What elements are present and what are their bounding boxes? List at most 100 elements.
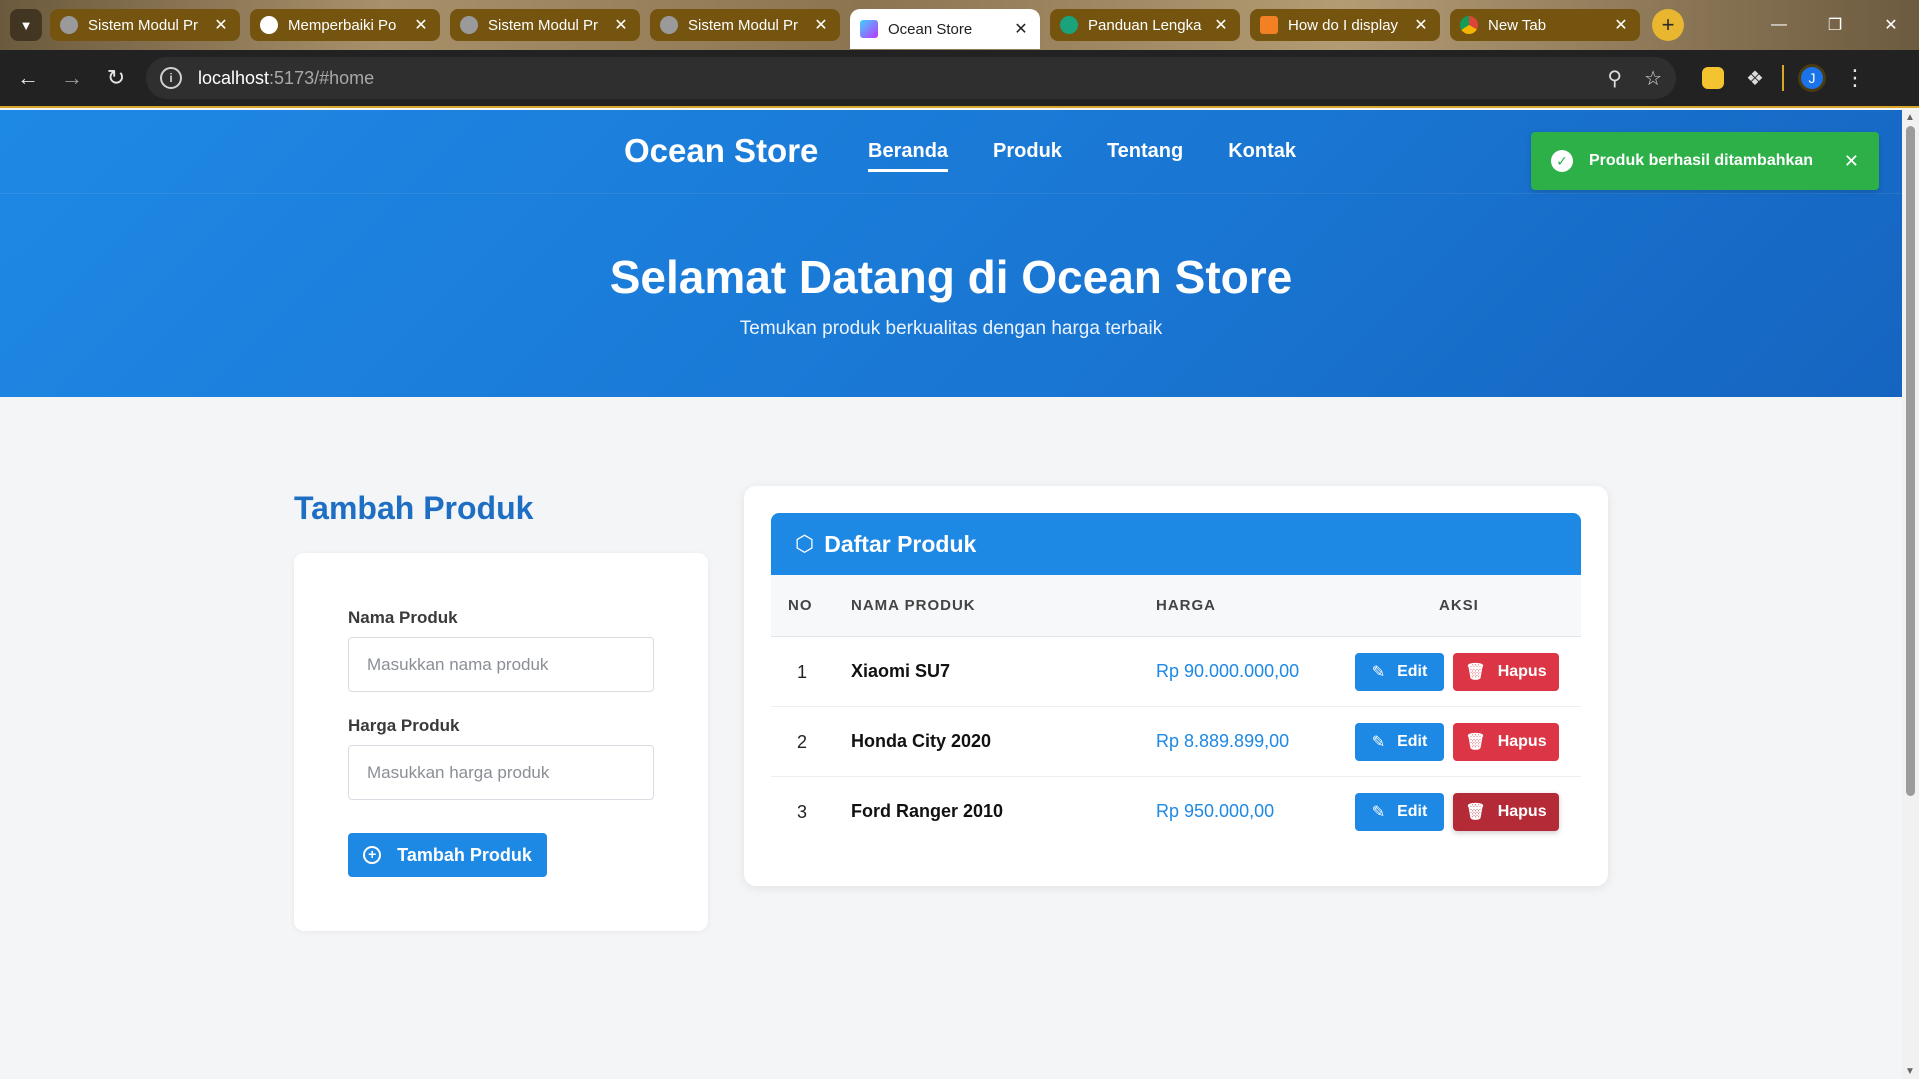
scrollbar-thumb[interactable]: [1906, 126, 1915, 796]
tab-close-icon[interactable]: ✕: [1212, 15, 1230, 35]
product-price-label: Harga Produk: [348, 716, 460, 735]
browser-tab[interactable]: Panduan Lengka ✕: [1050, 9, 1240, 41]
extension-icon[interactable]: [1702, 67, 1724, 89]
tab-close-icon[interactable]: ✕: [812, 15, 830, 35]
reload-icon[interactable]: ↻: [94, 56, 138, 100]
globe-icon: [660, 16, 678, 34]
column-header-price: HARGA: [1156, 597, 1216, 614]
forward-arrow-icon[interactable]: →: [50, 56, 94, 100]
profile-avatar[interactable]: J: [1797, 64, 1826, 92]
browser-tab[interactable]: Sistem Modul Pr ✕: [50, 9, 240, 41]
openai-icon: [260, 16, 278, 34]
menu-kebab-icon[interactable]: ⋮: [1844, 65, 1866, 91]
product-name: Xiaomi SU7: [851, 661, 951, 681]
tab-title: Sistem Modul Pr: [688, 16, 799, 34]
scroll-up-icon[interactable]: ▲: [1905, 112, 1915, 123]
delete-button-label: Hapus: [1497, 733, 1547, 750]
zoom-icon[interactable]: ⚲: [1607, 66, 1622, 91]
product-name-label: Nama Produk: [348, 608, 458, 627]
bookmark-star-icon[interactable]: ☆: [1644, 66, 1662, 91]
hero-title: Selamat Datang di Ocean Store: [609, 251, 1293, 303]
browser-tab[interactable]: Sistem Modul Pr ✕: [450, 9, 640, 41]
row-number: 2: [797, 732, 808, 752]
tab-close-icon[interactable]: ✕: [412, 15, 430, 35]
site-info-icon[interactable]: i: [160, 67, 182, 89]
tab-title: New Tab: [1488, 16, 1547, 34]
tab-list: Sistem Modul Pr ✕ Memperbaiki Po ✕ Siste…: [50, 7, 1684, 49]
delete-button-label: Hapus: [1497, 663, 1547, 680]
edit-icon: ✎: [1371, 734, 1386, 751]
site-brand[interactable]: Ocean Store: [624, 132, 818, 170]
url-text[interactable]: localhost:5173/#home: [198, 68, 1585, 89]
tab-close-icon[interactable]: ✕: [612, 15, 630, 35]
scroll-down-icon[interactable]: ▼: [1905, 1066, 1915, 1077]
back-arrow-icon[interactable]: ←: [6, 56, 50, 100]
tab-title: Sistem Modul Pr: [88, 16, 199, 34]
browser-tab[interactable]: How do I display ✕: [1250, 9, 1440, 41]
nav-link-produk[interactable]: Produk: [993, 140, 1062, 172]
box-icon: ⬡: [795, 531, 815, 556]
product-list-card: ⬡ Daftar Produk NO NAMA PRODUK HARGA AKS…: [744, 486, 1608, 886]
toast-message: Produk berhasil ditambahkan: [1589, 152, 1814, 169]
add-product-form: Nama Produk Harga Produk + Tambah Produk: [294, 553, 708, 931]
delete-button[interactable]: 🗑 Hapus: [1453, 723, 1559, 761]
table-header: NO NAMA PRODUK HARGA AKSI: [771, 575, 1581, 637]
tab-title: How do I display: [1288, 16, 1399, 34]
browser-tab[interactable]: Sistem Modul Pr ✕: [650, 9, 840, 41]
delete-button[interactable]: 🗑 Hapus: [1453, 653, 1559, 691]
nav-link-beranda[interactable]: Beranda: [868, 140, 949, 172]
row-number: 3: [797, 802, 808, 822]
product-list-title: Daftar Produk: [824, 530, 977, 557]
edit-button[interactable]: ✎ Edit: [1355, 793, 1444, 831]
tab-close-icon[interactable]: ✕: [212, 15, 230, 35]
edit-button-label: Edit: [1397, 803, 1428, 820]
new-tab-plus-icon[interactable]: +: [1652, 9, 1684, 41]
tab-close-icon[interactable]: ✕: [1612, 15, 1630, 35]
extensions-puzzle-icon[interactable]: ❖: [1746, 66, 1764, 91]
edit-button-label: Edit: [1397, 733, 1428, 750]
column-header-no: NO: [788, 597, 813, 614]
add-product-button-label: Tambah Produk: [397, 844, 532, 865]
minimize-icon[interactable]: —: [1751, 0, 1807, 50]
restore-icon[interactable]: ❐: [1807, 0, 1863, 50]
browser-toolbar: ← → ↻ i localhost:5173/#home ⚲ ☆ ❖ J ⋮: [0, 50, 1919, 108]
tab-title: Panduan Lengka: [1088, 16, 1202, 34]
toast-close-icon[interactable]: ✕: [1844, 151, 1859, 172]
globe-icon: [460, 16, 478, 34]
table-row: 1 Xiaomi SU7 Rp 90.000.000,00 ✎ Edit 🗑 H…: [771, 637, 1581, 707]
tab-search-chevron-icon[interactable]: ▼: [10, 9, 42, 41]
product-price-input[interactable]: [348, 745, 654, 800]
table-row: 3 Ford Ranger 2010 Rp 950.000,00 ✎ Edit …: [771, 777, 1581, 847]
add-product-button[interactable]: + Tambah Produk: [348, 833, 547, 877]
page-scrollbar[interactable]: ▲ ▼: [1902, 110, 1919, 1079]
tab-title: Ocean Store: [888, 20, 973, 38]
browser-tab[interactable]: New Tab ✕: [1450, 9, 1640, 41]
edit-button[interactable]: ✎ Edit: [1355, 723, 1444, 761]
product-name: Honda City 2020: [851, 731, 992, 751]
tab-close-icon[interactable]: ✕: [1012, 19, 1030, 39]
globe-icon: [60, 16, 78, 34]
browser-tab-active[interactable]: Ocean Store ✕: [850, 9, 1040, 49]
window-controls: — ❐ ✕: [1751, 0, 1919, 50]
tab-close-icon[interactable]: ✕: [1412, 15, 1430, 35]
trash-icon: 🗑: [1465, 734, 1486, 751]
nav-link-tentang[interactable]: Tentang: [1107, 140, 1183, 172]
edit-button[interactable]: ✎ Edit: [1355, 653, 1444, 691]
tab-title: Memperbaiki Po: [288, 16, 397, 34]
product-name-input[interactable]: [348, 637, 654, 692]
product-name: Ford Ranger 2010: [851, 801, 1004, 821]
window-close-icon[interactable]: ✕: [1863, 0, 1919, 50]
form-title: Tambah Produk: [294, 490, 534, 526]
address-bar[interactable]: i localhost:5173/#home ⚲ ☆: [146, 57, 1676, 99]
edit-icon: ✎: [1371, 664, 1386, 681]
browser-tab[interactable]: Memperbaiki Po ✕: [250, 9, 440, 41]
row-number: 1: [797, 662, 808, 682]
edit-button-label: Edit: [1397, 663, 1428, 680]
nav-links: Beranda Produk Tentang Kontak: [868, 140, 1341, 172]
edit-icon: ✎: [1371, 804, 1386, 821]
nav-link-kontak[interactable]: Kontak: [1228, 140, 1296, 172]
site-icon: [1060, 16, 1078, 34]
product-price: Rp 8.889.899,00: [1156, 731, 1290, 751]
delete-button[interactable]: 🗑 Hapus: [1453, 793, 1559, 831]
chrome-icon: [1460, 16, 1478, 34]
